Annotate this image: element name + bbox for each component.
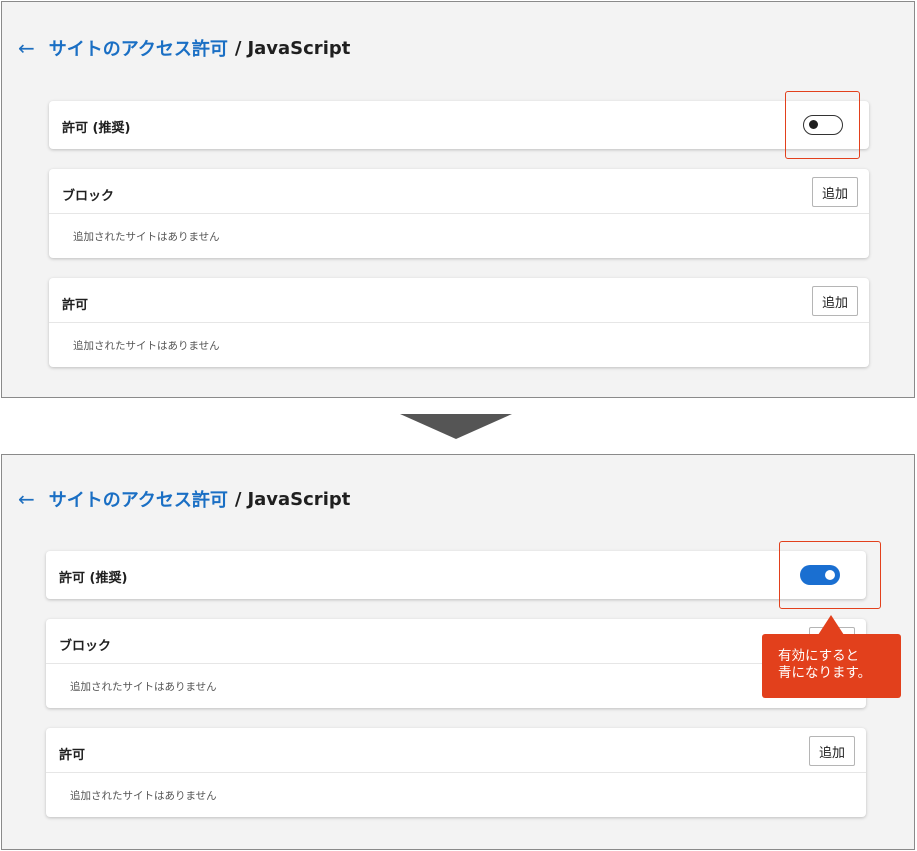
- allow-label: 許可: [59, 748, 86, 763]
- allow-recommended-label: 許可 (推奨): [62, 121, 131, 136]
- allow-recommended-card: 許可 (推奨): [46, 551, 866, 599]
- allow-recommended-label: 許可 (推奨): [59, 571, 128, 586]
- breadcrumb-link-site-permissions[interactable]: サイトのアクセス許可: [49, 486, 228, 512]
- block-card: ブロック 追加 追加されたサイトはありません: [46, 619, 866, 708]
- divider: [46, 772, 866, 773]
- callout-line-1: 有効にすると: [778, 648, 860, 664]
- breadcrumb-separator: /: [234, 488, 242, 510]
- block-empty-text: 追加されたサイトはありません: [73, 231, 220, 243]
- allow-label: 許可: [62, 298, 89, 313]
- block-add-button[interactable]: 追加: [812, 177, 858, 207]
- allow-card: 許可 追加 追加されたサイトはありません: [49, 278, 869, 367]
- allow-add-button[interactable]: 追加: [809, 736, 855, 766]
- block-empty-text: 追加されたサイトはありません: [70, 681, 217, 693]
- allow-recommended-card: 許可 (推奨): [49, 101, 869, 149]
- block-label: ブロック: [59, 639, 112, 654]
- callout-pointer: [818, 615, 844, 635]
- callout-line-2: 青になります。: [778, 665, 872, 681]
- divider: [49, 213, 869, 214]
- allow-empty-text: 追加されたサイトはありません: [70, 790, 217, 802]
- block-card: ブロック 追加 追加されたサイトはありません: [49, 169, 869, 258]
- breadcrumb: ← サイトのアクセス許可 / JavaScript: [18, 484, 350, 514]
- divider: [46, 663, 866, 664]
- allow-add-button[interactable]: 追加: [812, 286, 858, 316]
- block-label: ブロック: [62, 189, 115, 204]
- divider: [49, 322, 869, 323]
- callout-note: 有効にすると 青になります。: [762, 634, 901, 698]
- page-title: JavaScript: [247, 488, 351, 510]
- page-title: JavaScript: [247, 37, 351, 59]
- toggle-highlight-box: [779, 541, 881, 609]
- breadcrumb-link-site-permissions[interactable]: サイトのアクセス許可: [49, 35, 228, 61]
- toggle-highlight-box: [785, 91, 860, 159]
- back-arrow-icon[interactable]: ←: [18, 38, 35, 58]
- down-triangle-icon: [400, 414, 512, 439]
- back-arrow-icon[interactable]: ←: [18, 489, 35, 509]
- breadcrumb-separator: /: [234, 37, 242, 59]
- breadcrumb: ← サイトのアクセス許可 / JavaScript: [18, 33, 350, 63]
- allow-card: 許可 追加 追加されたサイトはありません: [46, 728, 866, 817]
- allow-empty-text: 追加されたサイトはありません: [73, 340, 220, 352]
- settings-panel-before: ← サイトのアクセス許可 / JavaScript 許可 (推奨) ブロック 追…: [1, 1, 915, 398]
